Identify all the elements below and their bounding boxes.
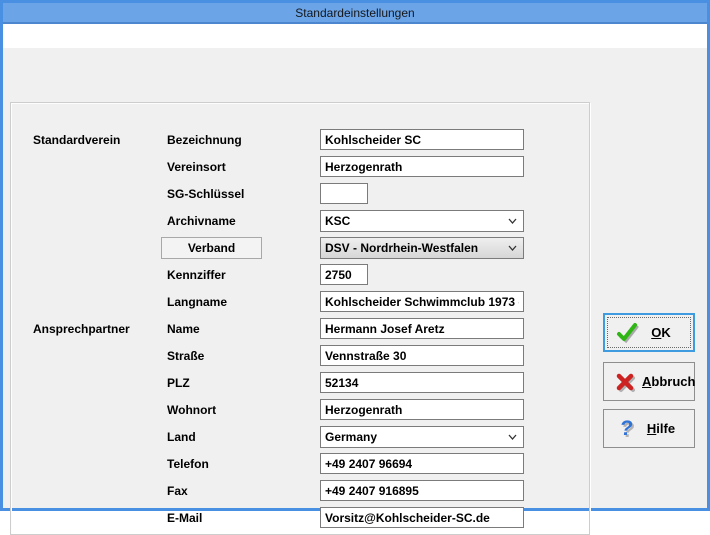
row-plz: PLZ <box>11 369 589 396</box>
telefon-label: Telefon <box>167 457 320 471</box>
name-label: Name <box>167 322 320 336</box>
chevron-down-icon <box>508 245 517 251</box>
row-kennziffer: Kennziffer <box>11 261 589 288</box>
check-icon <box>611 321 643 345</box>
sg-schluessel-label: SG-Schlüssel <box>167 187 320 201</box>
land-dropdown[interactable]: Germany <box>320 426 524 448</box>
row-sg-schluessel: SG-Schlüssel <box>11 180 589 207</box>
chevron-down-icon <box>508 218 517 224</box>
ok-button[interactable]: OK <box>603 313 695 352</box>
strasse-label: Straße <box>167 349 320 363</box>
chevron-down-icon <box>508 434 517 440</box>
window-title: Standardeinstellungen <box>295 6 414 20</box>
question-icon: ? <box>610 417 642 441</box>
title-bar: Standardeinstellungen <box>3 3 707 24</box>
row-verband: Verband DSV - Nordrhein-Westfalen <box>11 234 589 261</box>
help-button[interactable]: ? Hilfe <box>603 409 695 448</box>
row-email: E-Mail <box>11 504 589 531</box>
help-button-label: Hilfe <box>642 421 680 436</box>
tab-page-verein: Standardverein Bezeichnung Vereinsort SG… <box>3 48 707 508</box>
row-fax: Fax <box>11 477 589 504</box>
section-label-ansprechpartner: Ansprechpartner <box>33 322 167 336</box>
row-land: Land Germany <box>11 423 589 450</box>
verband-button[interactable]: Verband <box>161 237 262 259</box>
row-strasse: Straße <box>11 342 589 369</box>
kennziffer-label: Kennziffer <box>167 268 320 282</box>
bezeichnung-label: Bezeichnung <box>167 133 320 147</box>
ok-button-label: OK <box>643 325 679 340</box>
langname-input[interactable] <box>320 291 524 312</box>
cancel-button[interactable]: Abbruch <box>603 362 695 401</box>
row-wohnort: Wohnort <box>11 396 589 423</box>
vereinsort-label: Vereinsort <box>167 160 320 174</box>
row-langname: Langname <box>11 288 589 315</box>
name-input[interactable] <box>320 318 524 339</box>
section-label-standardverein: Standardverein <box>33 133 167 147</box>
vereinsort-input[interactable] <box>320 156 524 177</box>
row-vereinsort: Vereinsort <box>11 153 589 180</box>
row-telefon: Telefon <box>11 450 589 477</box>
email-input[interactable] <box>320 507 524 528</box>
bezeichnung-input[interactable] <box>320 129 524 150</box>
form-groupbox: Standardverein Bezeichnung Vereinsort SG… <box>10 102 590 535</box>
fax-input[interactable] <box>320 480 524 501</box>
settings-dialog: Standardeinstellungen allgemein Halle Ve… <box>0 0 710 511</box>
wohnort-input[interactable] <box>320 399 524 420</box>
land-label: Land <box>167 430 320 444</box>
cancel-button-label: Abbruch <box>642 374 695 389</box>
sg-schluessel-input[interactable] <box>320 183 368 204</box>
kennziffer-input[interactable] <box>320 264 368 285</box>
cross-icon <box>610 371 642 393</box>
land-value: Germany <box>325 430 377 444</box>
fax-label: Fax <box>167 484 320 498</box>
tab-strip: allgemein Halle Verein Ausdruck 1 Ausdru… <box>3 24 707 48</box>
archivname-value: KSC <box>325 214 350 228</box>
archivname-label: Archivname <box>167 214 320 228</box>
verband-value: DSV - Nordrhein-Westfalen <box>325 241 478 255</box>
plz-input[interactable] <box>320 372 524 393</box>
email-label: E-Mail <box>167 511 320 525</box>
langname-label: Langname <box>167 295 320 309</box>
verband-dropdown[interactable]: DSV - Nordrhein-Westfalen <box>320 237 524 259</box>
row-name: Ansprechpartner Name <box>11 315 589 342</box>
row-bezeichnung: Standardverein Bezeichnung <box>11 126 589 153</box>
wohnort-label: Wohnort <box>167 403 320 417</box>
strasse-input[interactable] <box>320 345 524 366</box>
archivname-dropdown[interactable]: KSC <box>320 210 524 232</box>
row-archivname: Archivname KSC <box>11 207 589 234</box>
telefon-input[interactable] <box>320 453 524 474</box>
plz-label: PLZ <box>167 376 320 390</box>
